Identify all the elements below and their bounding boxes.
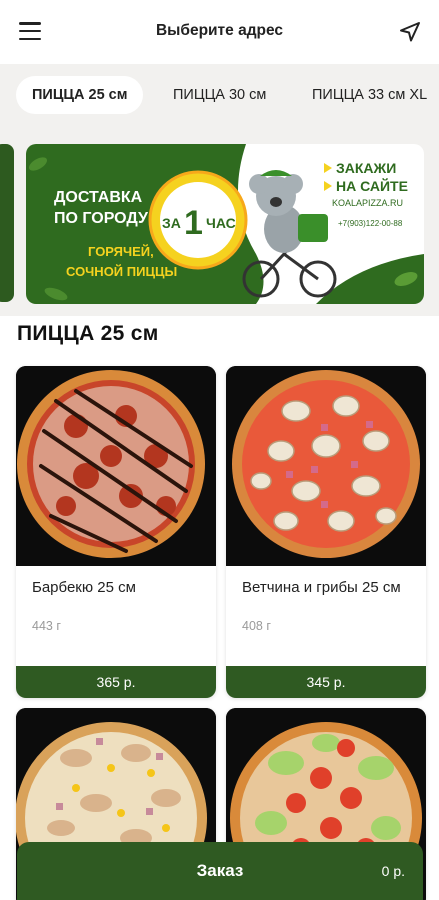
navigation-arrow-icon[interactable] (397, 19, 423, 45)
section-title: ПИЦЦА 25 см (17, 322, 159, 345)
banner-phone: +7(903)122-00-88 (338, 219, 403, 228)
add-to-cart-button[interactable]: 345 р. (226, 666, 426, 698)
product-name: Барбекю 25 см (32, 579, 136, 596)
tab-pizza-33-xl[interactable]: ПИЦЦА 33 см XL (296, 76, 439, 114)
order-button[interactable]: Заказ 0 р. (17, 842, 423, 900)
order-total: 0 р. (381, 863, 405, 879)
promo-carousel[interactable]: ДОСТАВКА ПО ГОРОДУ ГОРЯЧЕЙ, СОЧНОЙ ПИЦЦЫ… (0, 126, 439, 316)
banner-text-city: ПО ГОРОДУ (54, 210, 149, 227)
tab-pizza-30[interactable]: ПИЦЦА 30 см (157, 76, 282, 114)
category-tabs: ПИЦЦА 25 см ПИЦЦА 30 см ПИЦЦА 33 см XL (0, 64, 439, 126)
add-to-cart-button[interactable]: 365 р. (16, 666, 216, 698)
banner-text-hot: ГОРЯЧЕЙ, (88, 244, 154, 259)
banner-badge-hour: ЧАС (206, 215, 236, 231)
product-image-bbq[interactable] (16, 366, 216, 566)
promo-banner[interactable]: ДОСТАВКА ПО ГОРОДУ ГОРЯЧЕЙ, СОЧНОЙ ПИЦЦЫ… (26, 144, 424, 304)
banner-badge-number: 1 (184, 204, 203, 242)
banner-cta-site: НА САЙТЕ (336, 177, 408, 194)
banner-badge-za: ЗА (162, 215, 181, 231)
order-label: Заказ (196, 861, 244, 880)
banner-cta-order: ЗАКАЖИ (336, 160, 396, 176)
product-card[interactable]: Ветчина и грибы 25 см 408 г 345 р. (226, 366, 426, 698)
product-weight: 408 г (242, 619, 271, 633)
product-name: Ветчина и грибы 25 см (242, 579, 401, 596)
product-card[interactable]: Барбекю 25 см 443 г 365 р. (16, 366, 216, 698)
banner-text-juicy: СОЧНОЙ ПИЦЦЫ (66, 264, 177, 279)
top-app-bar: Выберите адрес (0, 0, 439, 64)
previous-banner-peek[interactable] (0, 144, 14, 302)
product-image-ham-mushroom[interactable] (226, 366, 426, 566)
banner-text-delivery: ДОСТАВКА (54, 189, 143, 206)
product-weight: 443 г (32, 619, 61, 633)
tab-pizza-25[interactable]: ПИЦЦА 25 см (16, 76, 144, 114)
banner-site-url: KOALAPIZZA.RU (332, 198, 403, 208)
address-selector[interactable]: Выберите адрес (0, 22, 439, 40)
